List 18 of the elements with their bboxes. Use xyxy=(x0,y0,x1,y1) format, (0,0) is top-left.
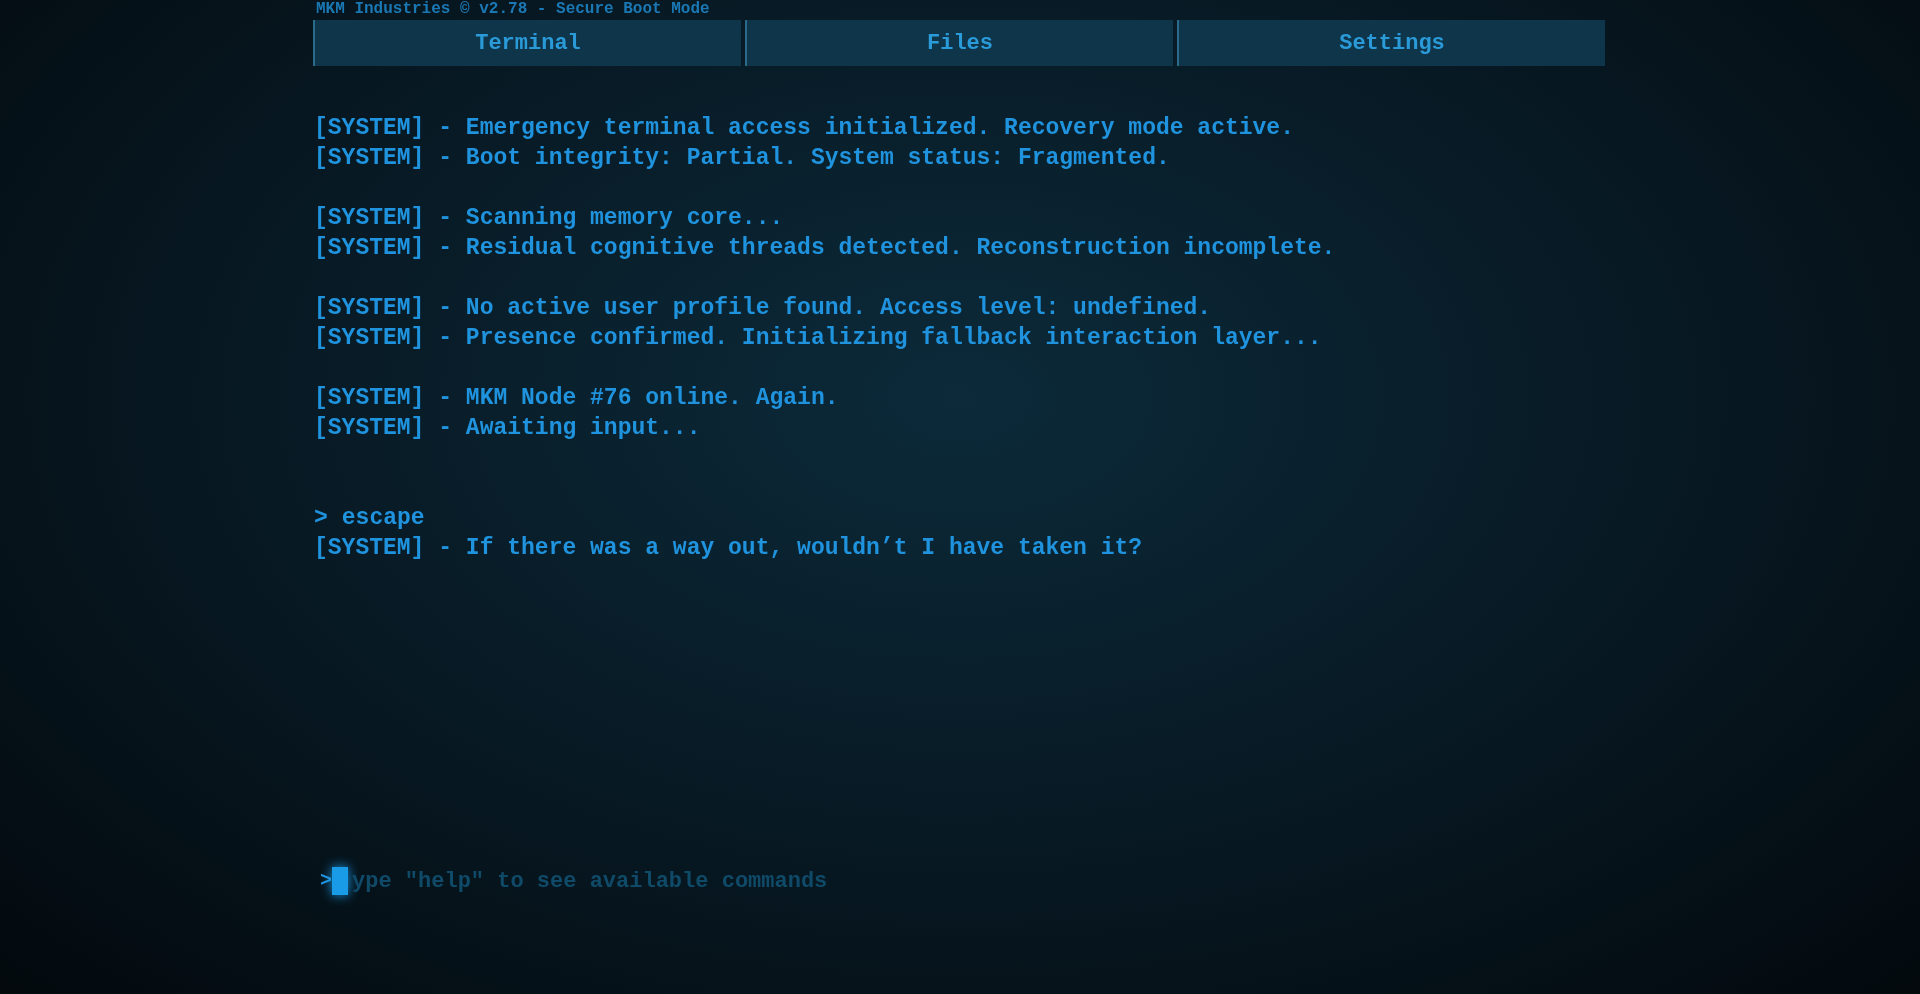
tab[interactable]: Terminal xyxy=(313,20,741,66)
tab[interactable]: Settings xyxy=(1177,20,1605,66)
tab[interactable]: Files xyxy=(745,20,1173,66)
prompt-symbol: > xyxy=(314,504,328,533)
log-line: [SYSTEM] - Residual cognitive threads detected. Reconstruction incomplete. xyxy=(314,234,1337,263)
log-line: [SYSTEM] - Awaiting input... xyxy=(314,414,702,443)
log-line: [SYSTEM] - MKM Node #76 online. Again. xyxy=(314,384,840,413)
log-line: [SYSTEM] - Emergency terminal access initialized. Recovery mode active. xyxy=(314,114,1295,143)
command-text: escape xyxy=(341,504,425,533)
command-input[interactable]: ype "help" to see available commands xyxy=(352,864,972,898)
text-cursor xyxy=(332,867,348,895)
prompt-symbol: > xyxy=(320,868,332,894)
log-line: [SYSTEM] - No active user profile found. Access level: undefined. xyxy=(314,294,1213,323)
log-line: [SYSTEM] - Presence confirmed. Initializing fallback interaction layer... xyxy=(314,324,1323,353)
log-line: [SYSTEM] - Scanning memory core... xyxy=(314,204,785,233)
header-title: MKM Industries © v2.78 - Secure Boot Mode xyxy=(316,0,710,18)
log-line: [SYSTEM] - Boot integrity: Partial. System status: Fragmented. xyxy=(314,144,1171,173)
log-line: [SYSTEM] - If there was a way out, wouldn’t I have taken it? xyxy=(314,534,1144,563)
